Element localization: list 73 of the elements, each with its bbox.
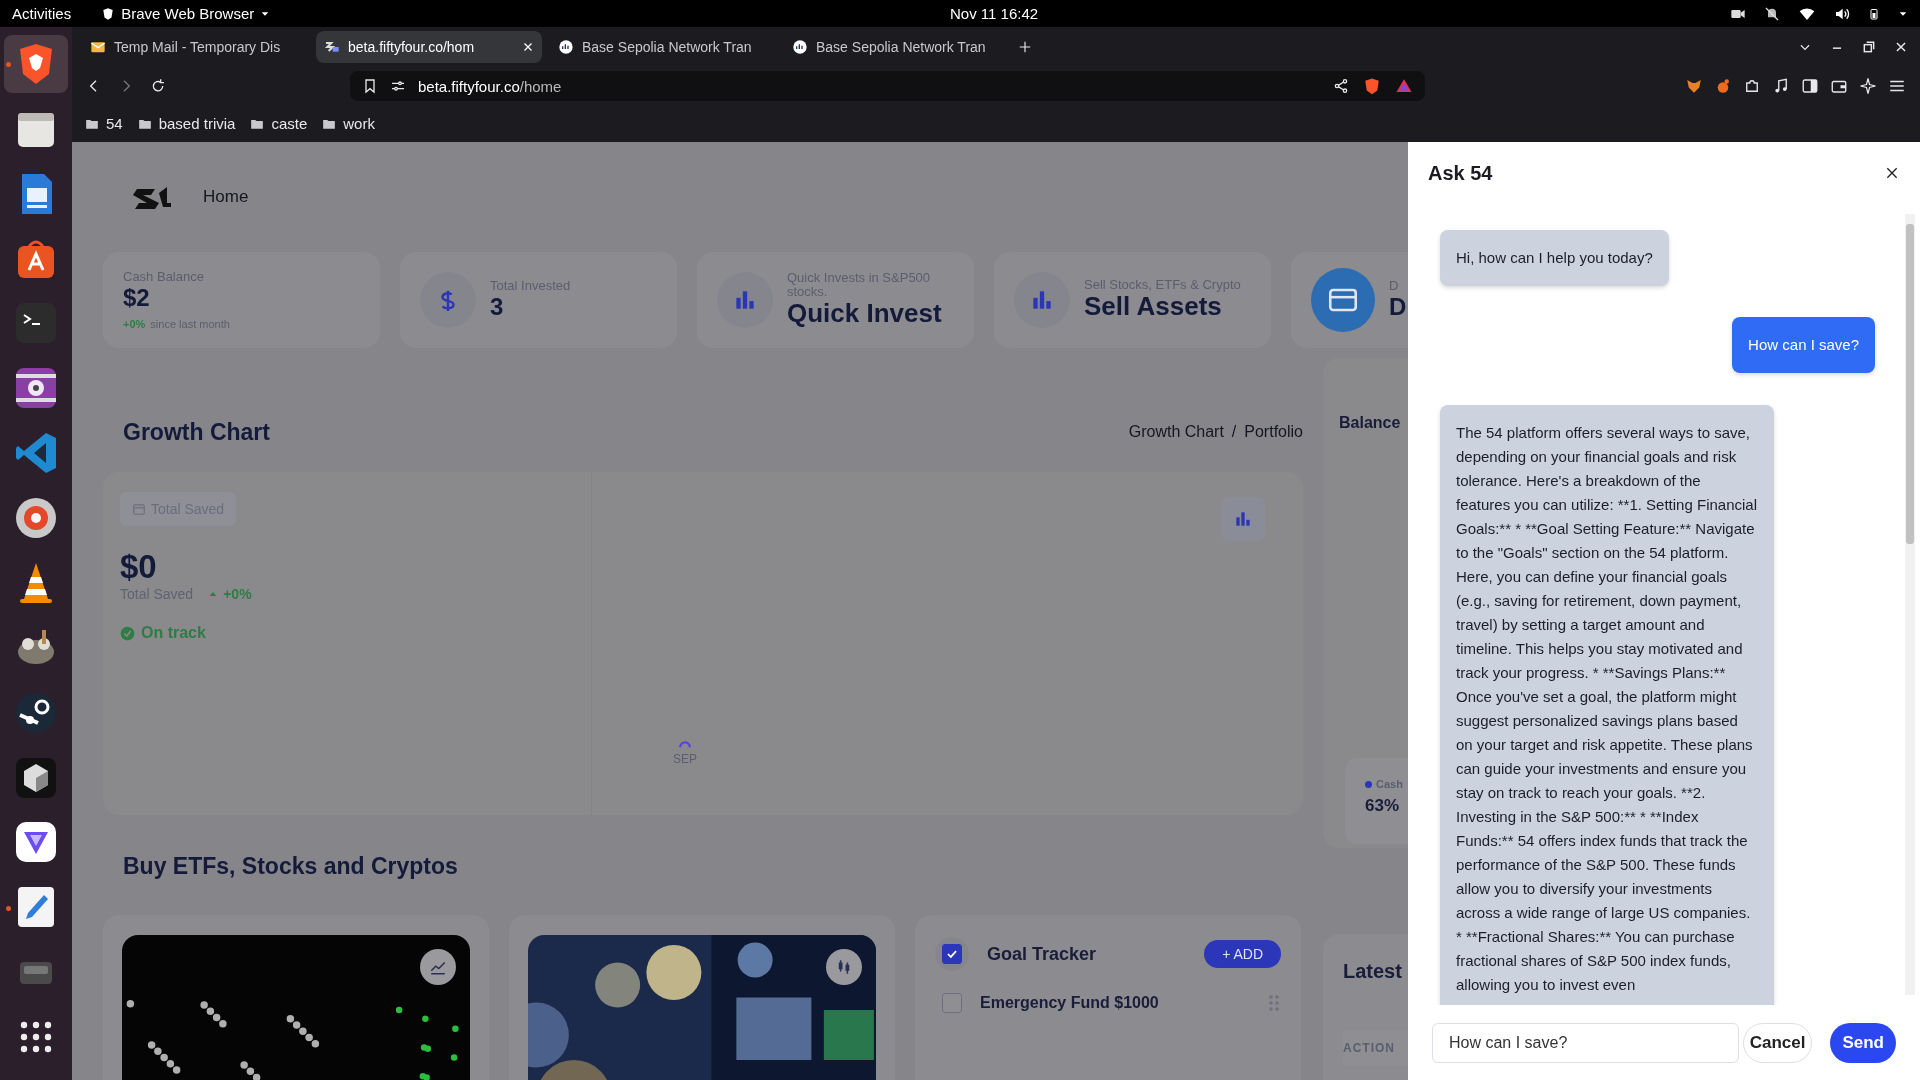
chat-message: How can I save?	[1732, 317, 1875, 373]
scrollbar[interactable]	[1905, 214, 1915, 995]
checkbox[interactable]	[942, 993, 962, 1013]
section-title: Buy ETFs, Stocks and Cryptos	[123, 853, 458, 879]
bar-chart-icon	[1233, 509, 1253, 529]
chat-message: The 54 platform offers several ways to save, depending on your financial goals and risk tolerance. Here's a breakdown of the features you can utilize: **1. Setting Financial Goals:** * **Goal Setting Feature:** Navigate to the "Goals" section on the 54 platform. Here, you can define your financial goals (e.g., saving for retirement, down payment, travel) by setting a target amount and timeline. This helps you stay motivated and track your progress. * **Savings Plans:** Once you've set a goal, the platform might suggest personalized savings plans based on your target and risk appetite. These plans can guide your investments and ensure you stay on track to reach your goals. **2. Investing in the S&P 500:** * **Index Funds:** 54 offers index funds that track the performance of the S&P 500. These funds allow you to diversify your investments across a wide range of large US companies. * **Fractional Shares:** You can purchase fractional shares of S&P 500 index funds, allowing you to invest even	[1440, 405, 1774, 1005]
section-title: Growth Chart	[123, 418, 270, 446]
browser-tab[interactable]: Base Sepolia Network Tran	[550, 31, 776, 63]
restore-icon[interactable]	[1862, 40, 1876, 54]
share-icon[interactable]	[1333, 78, 1349, 94]
breadcrumb-separator: /	[1231, 423, 1237, 441]
bookmark-link[interactable]: caste	[271, 115, 308, 132]
stat-value: Quick Invest	[787, 298, 943, 330]
bookmark-icon[interactable]	[362, 78, 378, 94]
checkbox[interactable]	[942, 944, 962, 964]
up-arrow-icon	[209, 590, 218, 598]
browser-tab[interactable]: Temp Mail - Temporary Dis	[82, 31, 308, 63]
stat-value: D	[1389, 292, 1407, 321]
total-amount: $0	[120, 548, 158, 586]
fox-icon[interactable]	[1685, 77, 1703, 95]
change-value: +0%	[123, 317, 146, 330]
change-value: +0%	[223, 586, 252, 602]
goal-name: Emergency Fund $1000	[980, 994, 1160, 1012]
data-point-icon	[678, 740, 692, 748]
message-input[interactable]: How can I save?	[1432, 1022, 1739, 1063]
address-bar[interactable]: beta.fiftyfour.co/home	[350, 71, 1425, 101]
drag-handle-icon[interactable]	[1267, 994, 1281, 1012]
shield-icon[interactable]	[1363, 76, 1381, 96]
panel-title: Ask 54	[1428, 161, 1493, 185]
scan-icon	[792, 39, 808, 55]
activities-button[interactable]: Activities	[12, 5, 72, 22]
breadcrumb-link[interactable]: Growth Chart	[1128, 423, 1224, 441]
reload-icon[interactable]	[150, 78, 166, 94]
bookmark-link[interactable]: 54	[106, 115, 123, 132]
sidebar-icon[interactable]	[1801, 77, 1819, 95]
card-title: Latest	[1343, 960, 1403, 983]
asset-card[interactable]	[509, 915, 895, 1080]
bookmark-link[interactable]: based trivia	[158, 115, 236, 132]
stat-value: 3	[490, 292, 505, 321]
asset-card[interactable]	[103, 915, 489, 1080]
browser-tab[interactable]: beta.fiftyfour.co/hom	[316, 31, 542, 63]
scan-icon	[558, 39, 574, 55]
music-icon[interactable]	[1772, 77, 1790, 95]
percent-value: 63%	[1365, 796, 1401, 816]
browser-tab[interactable]: Base Sepolia Network Tran	[784, 31, 1010, 63]
close-icon[interactable]	[1894, 40, 1908, 54]
breadcrumb-link[interactable]: Portfolio	[1244, 423, 1303, 441]
close-icon[interactable]	[1884, 165, 1900, 181]
check-circle-icon	[120, 625, 135, 641]
wifi-icon	[1798, 5, 1816, 22]
bookmark-link[interactable]: work	[343, 115, 375, 132]
calendar-icon	[132, 502, 146, 516]
sparkle-icon[interactable]	[1859, 77, 1877, 95]
chart-type-button[interactable]	[1221, 497, 1265, 541]
bell-off-icon	[1764, 5, 1780, 22]
card-title: Goal Tracker	[987, 943, 1097, 965]
new-tab-icon[interactable]	[1018, 40, 1032, 54]
app-menu[interactable]: Brave Web Browser	[101, 5, 271, 22]
clock[interactable]: Nov 11 16:42	[950, 5, 1039, 22]
status-label: On track	[141, 624, 206, 642]
site-icon	[324, 39, 340, 55]
puzzle-icon[interactable]	[1743, 77, 1761, 95]
stat-value: $2	[123, 283, 151, 312]
nav-link[interactable]: Home	[203, 187, 249, 207]
stat-value: Sell Assets	[1084, 291, 1222, 323]
card-title: Balance	[1339, 414, 1401, 431]
chat-message: Hi, how can I help you today?	[1440, 230, 1669, 286]
add-button[interactable]: + ADD	[1204, 940, 1281, 968]
close-icon[interactable]	[522, 41, 534, 53]
send-button[interactable]: Send	[1830, 1022, 1896, 1063]
shield-icon	[101, 5, 116, 22]
cancel-button[interactable]: Cancel	[1742, 1022, 1813, 1063]
envelope-icon	[90, 39, 106, 55]
